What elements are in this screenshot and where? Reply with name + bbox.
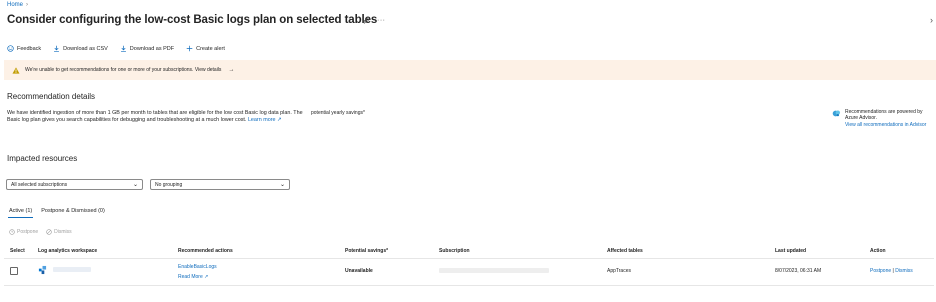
- chevron-down-icon: ⌄: [279, 182, 285, 188]
- row-select-checkbox[interactable]: [10, 267, 18, 275]
- dismiss-icon: [46, 229, 52, 235]
- download-icon: [120, 45, 126, 52]
- tab-postponed[interactable]: Postpone & Dismissed (0): [41, 208, 105, 218]
- potential-savings-value: Unavailable: [345, 268, 373, 274]
- chevron-down-icon: ⌄: [132, 182, 138, 188]
- breadcrumb: Home ›: [7, 2, 28, 8]
- col-header-subscription: Subscription: [439, 248, 470, 254]
- page-title: Consider configuring the low-cost Basic …: [7, 14, 378, 26]
- ellipsis-icon[interactable]: ···: [377, 17, 386, 24]
- potential-yearly-savings-label: potential yearly savings*: [311, 110, 365, 116]
- row-actions-bar: Postpone Dismiss: [9, 229, 72, 235]
- create-alert-label: Create alert: [196, 45, 225, 52]
- download-icon: [54, 45, 60, 52]
- feedback-button[interactable]: Feedback: [7, 45, 41, 52]
- row-action-cell: Postpone | Dismiss: [870, 268, 913, 274]
- subscription-filter-value: All selected subscriptions: [11, 181, 68, 188]
- advisor-panel: Recommendations are powered by Azure Adv…: [832, 109, 935, 128]
- view-all-recommendations-link[interactable]: View all recommendations in Advisor: [845, 122, 935, 128]
- subscription-redacted: [439, 268, 549, 275]
- col-header-affected-tables: Affected tables: [607, 248, 643, 254]
- chevron-right-icon[interactable]: ›: [930, 15, 933, 25]
- create-alert-button[interactable]: Create alert: [186, 45, 225, 52]
- row-dismiss-link[interactable]: Dismiss: [895, 268, 913, 274]
- arrow-right-icon[interactable]: →: [228, 67, 234, 73]
- clock-icon: [9, 229, 15, 235]
- table-row-divider: [4, 285, 934, 286]
- impacted-resources-heading: Impacted resources: [7, 154, 78, 163]
- tab-list: Active (1) Postpone & Dismissed (0): [7, 208, 105, 218]
- warning-text: We're unable to get recommendations for …: [25, 67, 222, 73]
- read-more-link[interactable]: Read More ↗: [178, 274, 208, 280]
- grouping-dropdown[interactable]: No grouping ⌄: [150, 179, 290, 190]
- affected-tables-value: AppTraces: [607, 268, 631, 274]
- external-link-icon: ↗: [204, 274, 209, 280]
- command-bar: Feedback Download as CSV Download as PDF…: [7, 45, 225, 52]
- dismiss-button[interactable]: Dismiss: [46, 229, 72, 235]
- recommendation-description: We have identified ingestion of more tha…: [7, 110, 307, 125]
- warning-banner[interactable]: We're unable to get recommendations for …: [4, 60, 936, 80]
- warning-icon: [12, 66, 20, 74]
- table-header-divider: [4, 258, 934, 259]
- grouping-value: No grouping: [155, 181, 183, 188]
- col-header-last-updated: Last updated: [775, 248, 807, 254]
- last-updated-value: 8/07/2023, 06:31 AM: [775, 268, 822, 274]
- dismiss-label: Dismiss: [54, 229, 72, 235]
- learn-more-link[interactable]: Learn more ↗: [248, 117, 282, 123]
- download-pdf-button[interactable]: Download as PDF: [120, 45, 174, 52]
- workspace-icon: [38, 265, 47, 275]
- col-header-recommended-actions: Recommended actions: [178, 248, 233, 254]
- row-postpone-link[interactable]: Postpone: [870, 268, 891, 274]
- pin-icon[interactable]: [363, 17, 370, 24]
- download-pdf-label: Download as PDF: [129, 45, 175, 52]
- postpone-button[interactable]: Postpone: [9, 229, 38, 235]
- tab-active[interactable]: Active (1): [7, 208, 34, 218]
- col-header-potential-savings: Potential savings*: [345, 248, 389, 254]
- plus-icon: [186, 45, 193, 52]
- feedback-icon: [7, 45, 14, 52]
- action-separator: |: [892, 268, 894, 274]
- enable-basic-logs-link[interactable]: EnableBasicLogs: [178, 264, 217, 270]
- subscription-filter-dropdown[interactable]: All selected subscriptions ⌄: [6, 179, 143, 190]
- feedback-label: Feedback: [17, 45, 42, 52]
- advisor-text: Recommendations are powered by Azure Adv…: [845, 109, 923, 122]
- recommendation-details-heading: Recommendation details: [7, 92, 96, 101]
- postpone-label: Postpone: [17, 229, 39, 235]
- external-link-icon: ↗: [277, 117, 282, 124]
- col-header-action: Action: [870, 248, 886, 254]
- download-csv-label: Download as CSV: [63, 45, 108, 52]
- workspace-name-redacted[interactable]: [53, 267, 91, 274]
- chevron-right-icon: ›: [26, 2, 29, 8]
- download-csv-button[interactable]: Download as CSV: [53, 45, 108, 52]
- title-actions: ···: [363, 17, 386, 24]
- advisor-icon: [832, 110, 841, 117]
- breadcrumb-home[interactable]: Home: [7, 2, 23, 8]
- col-header-workspace: Log analytics workspace: [38, 248, 98, 254]
- col-header-select: Select: [10, 248, 25, 254]
